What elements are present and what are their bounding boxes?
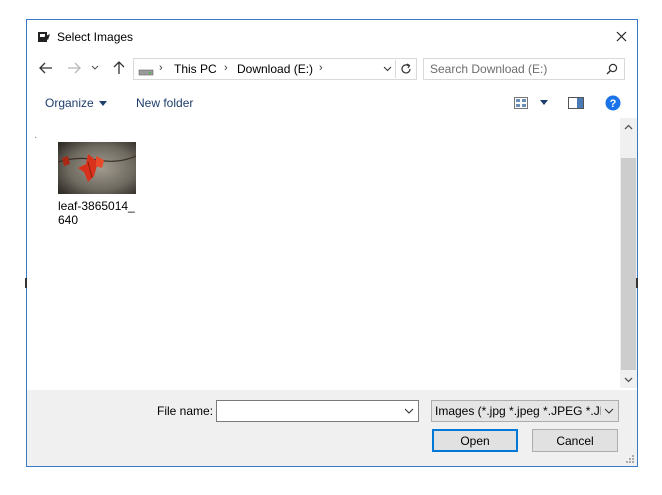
view-options-button[interactable] (540, 95, 548, 111)
chevron-down-icon (404, 408, 414, 414)
breadcrumb-separator-icon: › (319, 62, 323, 74)
image-thumbnail (58, 142, 136, 194)
new-folder-button[interactable]: New folder (136, 96, 193, 110)
help-button[interactable]: ? (605, 95, 621, 111)
file-open-dialog: Select Images › This PC › Download (E:) … (26, 19, 638, 467)
back-button[interactable] (36, 58, 56, 78)
file-name: leaf-3865014_640 (58, 199, 135, 227)
file-name-combo[interactable] (216, 400, 419, 422)
close-icon (616, 31, 626, 41)
vertical-scrollbar[interactable] (620, 118, 637, 388)
refresh-button[interactable] (395, 60, 415, 78)
chevron-down-icon (604, 408, 614, 414)
search-box[interactable] (423, 58, 625, 80)
window-edge-marker (25, 278, 27, 288)
file-name-label: File name: (157, 404, 214, 418)
title-bar[interactable]: Select Images (27, 20, 637, 54)
breadcrumb-separator-icon: › (224, 62, 228, 74)
navigation-bar: › This PC › Download (E:) › (27, 56, 637, 82)
close-button[interactable] (611, 26, 631, 46)
file-name-input[interactable] (221, 403, 391, 419)
dialog-footer: File name: Images (*.jpg *.jpeg *.JPEG *… (27, 390, 637, 466)
window-title: Select Images (57, 30, 134, 44)
preview-pane-icon (568, 97, 584, 109)
focus-dot: · (34, 132, 38, 143)
scroll-up-button[interactable] (620, 118, 637, 135)
scroll-thumb[interactable] (621, 158, 636, 370)
forward-button[interactable] (64, 58, 84, 78)
resize-grip-icon[interactable] (625, 454, 635, 464)
preview-pane-button[interactable] (568, 95, 584, 111)
cancel-button[interactable]: Cancel (532, 429, 618, 452)
app-icon (38, 31, 50, 43)
file-list[interactable]: · leaf-3865014_640 (27, 118, 619, 388)
breadcrumb-separator-icon: › (159, 62, 163, 74)
chevron-down-icon (624, 377, 633, 382)
svg-text:?: ? (610, 98, 617, 110)
arrow-up-icon (113, 61, 125, 74)
change-view-button[interactable] (514, 95, 528, 111)
arrow-left-icon (39, 62, 52, 74)
organize-label: Organize (45, 96, 94, 110)
breadcrumb-this-pc[interactable]: This PC (174, 62, 217, 76)
chevron-down-icon (91, 65, 99, 70)
caret-down-icon (540, 100, 548, 105)
open-button[interactable]: Open (432, 429, 518, 452)
command-bar: Organize New folder ? (27, 90, 637, 118)
view-grid-icon (514, 97, 528, 109)
arrow-right-icon (68, 62, 81, 74)
address-history-button[interactable] (380, 62, 394, 76)
up-button[interactable] (109, 58, 129, 78)
address-bar[interactable]: › This PC › Download (E:) › (133, 58, 417, 80)
refresh-icon (400, 63, 411, 74)
breadcrumb-download-drive[interactable]: Download (E:) (237, 62, 313, 76)
file-type-select[interactable]: Images (*.jpg *.jpeg *.JPEG *.JPG *.png … (431, 400, 619, 422)
file-type-value: Images (*.jpg *.jpeg *.JPEG *.JPG *.png … (435, 404, 601, 418)
file-item[interactable]: leaf-3865014_640 (58, 142, 140, 227)
search-icon[interactable] (606, 63, 618, 75)
window-edge-marker (636, 278, 638, 288)
organize-menu[interactable]: Organize (45, 96, 107, 110)
scroll-down-button[interactable] (620, 371, 637, 388)
chevron-up-icon (624, 124, 633, 129)
search-input[interactable] (430, 61, 600, 77)
caret-down-icon (98, 101, 107, 107)
help-icon: ? (605, 95, 621, 111)
chevron-down-icon (383, 66, 391, 72)
drive-icon (138, 65, 154, 76)
recent-locations-button[interactable] (89, 58, 101, 78)
